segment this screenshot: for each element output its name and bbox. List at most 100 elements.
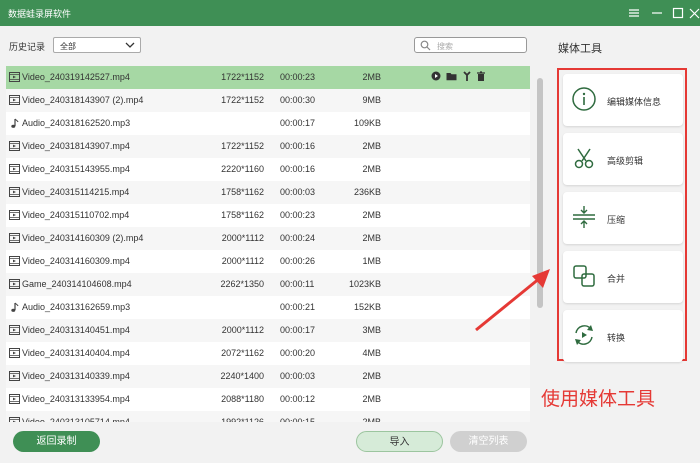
file-list-scrollbar[interactable] <box>536 66 544 422</box>
file-resolution: 2000*1112 <box>221 256 264 266</box>
media-tool-label: 压缩 <box>607 215 626 225</box>
file-duration: 00:00:16 <box>280 141 316 151</box>
file-size: 2MB <box>362 417 381 422</box>
video-file-icon <box>9 279 20 291</box>
edit-tool-icon[interactable] <box>462 71 472 84</box>
table-row[interactable]: Audio_240313162659.mp3 00:00:21 152KB <box>6 296 530 319</box>
file-resolution: 2240*1400 <box>220 371 264 381</box>
annotation-text: 使用媒体工具 <box>541 388 656 410</box>
folder-icon[interactable] <box>446 71 457 83</box>
play-icon[interactable] <box>431 71 441 83</box>
media-tool-scissors[interactable]: 高级剪辑 <box>563 133 683 185</box>
file-name: Video_240315114215.mp4 <box>22 187 130 197</box>
file-duration: 00:00:16 <box>280 164 316 174</box>
audio-file-icon <box>9 118 19 131</box>
filter-bar: 历史记录 全部 搜索 <box>0 26 540 64</box>
file-name: Game_240314104608.mp4 <box>22 279 132 289</box>
file-resolution: 2000*1112 <box>221 325 264 335</box>
video-file-icon <box>9 164 20 176</box>
table-row[interactable]: Video_240315110702.mp4 1758*1162 00:00:23 2… <box>6 204 530 227</box>
file-name: Video_240313140404.mp4 <box>22 348 130 358</box>
video-file-icon <box>9 348 20 360</box>
file-size: 2MB <box>362 72 381 82</box>
file-duration: 00:00:30 <box>280 95 316 105</box>
media-tool-info[interactable]: 编辑媒体信息 <box>563 74 683 126</box>
search-placeholder: 搜索 <box>437 42 453 51</box>
file-size: 1MB <box>362 256 381 266</box>
table-row[interactable]: Video_240315114215.mp4 1758*1162 00:00:03 2… <box>6 181 530 204</box>
file-duration: 00:00:21 <box>280 302 316 312</box>
info-icon <box>571 86 597 114</box>
file-resolution: 1722*1152 <box>221 72 264 82</box>
table-row[interactable]: Video_240313140451.mp4 2000*1112 00:00:17 3… <box>6 319 530 342</box>
file-name: Video_240314160309 (2).mp4 <box>22 233 144 243</box>
file-size: 3MB <box>362 325 381 335</box>
file-resolution: 2088*1180 <box>221 394 264 404</box>
table-row[interactable]: Audio_240318162520.mp3 00:00:17 109KB <box>6 112 530 135</box>
file-resolution: 1758*1162 <box>221 210 264 220</box>
file-name: Audio_240318162520.mp3 <box>22 118 131 128</box>
media-tool-convert[interactable]: 转换 <box>563 310 683 362</box>
annotation-arrow <box>475 269 550 332</box>
file-duration: 00:00:12 <box>280 394 316 404</box>
media-tool-compress[interactable]: 压缩 <box>563 192 683 244</box>
maximize-icon[interactable] <box>670 5 686 21</box>
close-icon[interactable] <box>686 5 700 21</box>
table-row[interactable]: Video_240318143907 (2).mp4 1722*1152 00:00… <box>6 89 530 112</box>
back-to-recording-button[interactable]: 返回录制 <box>13 431 100 452</box>
file-duration: 00:00:17 <box>280 118 316 128</box>
file-size: 2MB <box>362 141 381 151</box>
clear-list-button[interactable]: 清空列表 <box>450 431 527 452</box>
file-duration: 00:00:26 <box>280 256 316 266</box>
file-duration: 00:00:03 <box>280 371 316 381</box>
table-row[interactable]: Video_240319142527.mp4 1722*1152 00:00:23 2… <box>6 66 530 89</box>
title-bar: 数据蛙录屏软件 <box>0 0 700 26</box>
video-file-icon <box>9 72 20 84</box>
scissors-icon <box>571 145 597 173</box>
file-name: Video_240318143907 (2).mp4 <box>22 95 144 105</box>
history-filter-select[interactable]: 全部 <box>53 37 141 53</box>
video-file-icon <box>9 233 20 245</box>
convert-icon <box>571 322 597 350</box>
video-file-icon <box>9 325 20 337</box>
media-tool-merge[interactable]: 合并 <box>563 251 683 303</box>
file-name: Audio_240313162659.mp3 <box>22 302 131 312</box>
delete-icon[interactable] <box>476 71 486 84</box>
video-file-icon <box>9 371 20 383</box>
compress-icon <box>571 204 597 232</box>
history-filter-value: 全部 <box>60 42 76 51</box>
file-size: 1023KB <box>348 279 381 289</box>
file-name: Video_240315110702.mp4 <box>22 210 130 220</box>
file-size: 152KB <box>353 302 381 312</box>
file-resolution: 1992*1126 <box>221 417 264 422</box>
video-file-icon <box>9 256 20 268</box>
table-row[interactable]: Video_240314160309.mp4 2000*1112 00:00:26 1… <box>6 250 530 273</box>
table-row[interactable]: Video_240313133954.mp4 2088*1180 00:00:12 2… <box>6 388 530 411</box>
file-size: 2MB <box>362 394 381 404</box>
table-row[interactable]: Game_240314104608.mp4 2262*1350 00:00:11 10… <box>6 273 530 296</box>
file-size: 236KB <box>353 187 381 197</box>
file-size: 4MB <box>362 348 381 358</box>
table-row[interactable]: Video_240313140404.mp4 2072*1162 00:00:20 4… <box>6 342 530 365</box>
minimize-icon[interactable] <box>649 5 665 21</box>
table-row[interactable]: Video_240318143907.mp4 1722*1152 00:00:16 2… <box>6 135 530 158</box>
table-row[interactable]: Video_240314160309 (2).mp4 2000*1112 00:00… <box>6 227 530 250</box>
video-file-icon <box>9 394 20 406</box>
search-input[interactable]: 搜索 <box>414 37 527 53</box>
file-resolution: 1722*1152 <box>221 141 264 151</box>
file-duration: 00:00:17 <box>280 325 316 335</box>
media-tools-title: 媒体工具 <box>558 43 602 55</box>
file-size: 2MB <box>362 233 381 243</box>
file-resolution: 1758*1162 <box>221 187 264 197</box>
audio-file-icon <box>9 302 19 315</box>
file-name: Video_240313140451.mp4 <box>22 325 130 335</box>
import-button[interactable]: 导入 <box>356 431 443 452</box>
table-row[interactable]: Video_240313105714.mp4 1992*1126 00:00:15 2… <box>6 411 530 422</box>
file-name: Video_240313140339.mp4 <box>22 371 130 381</box>
table-row[interactable]: Video_240313140339.mp4 2240*1400 00:00:03 2… <box>6 365 530 388</box>
table-row[interactable]: Video_240315143955.mp4 2220*1160 00:00:16 2… <box>6 158 530 181</box>
menu-icon[interactable] <box>626 5 642 21</box>
app-title: 数据蛙录屏软件 <box>8 9 72 19</box>
file-duration: 00:00:03 <box>280 187 316 197</box>
file-resolution: 2000*1112 <box>221 233 264 243</box>
